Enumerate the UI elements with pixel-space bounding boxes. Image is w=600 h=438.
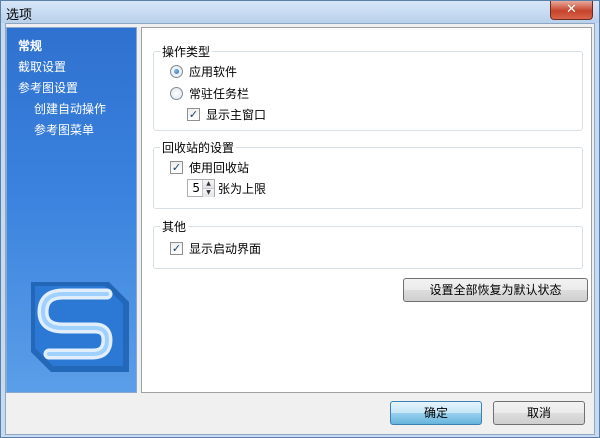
checkbox-use-recycle-bin[interactable]: ✓ 使用回收站 — [170, 159, 249, 176]
recycle-limit-stepper[interactable]: 5 ▲ ▼ — [187, 179, 215, 197]
app-logo-icon — [31, 282, 129, 372]
recycle-limit-row: 5 ▲ ▼ 张为上限 — [187, 179, 266, 197]
ok-button[interactable]: 确定 — [390, 401, 482, 425]
checkbox-show-main-window[interactable]: ✓ 显示主窗口 — [187, 106, 266, 123]
checkbox-checked-icon: ✓ — [170, 161, 183, 174]
stepper-up-icon[interactable]: ▲ — [203, 180, 214, 189]
other-group: 其他 ✓ 显示启动界面 — [153, 218, 583, 269]
checkbox-checked-icon: ✓ — [170, 242, 183, 255]
sidebar-item-general[interactable]: 常规 — [18, 37, 42, 54]
recycle-bin-title: 回收站的设置 — [160, 139, 237, 156]
reset-defaults-button[interactable]: 设置全部恢复为默认状态 — [403, 278, 588, 302]
radio-resident-taskbar[interactable]: 常驻任务栏 — [170, 85, 249, 102]
window-title: 选项 — [6, 8, 33, 23]
dialog-body: 常规 截取设置 参考图设置 创建自动操作 参考图菜单 操作类型 应用软件 常驻任… — [5, 23, 595, 435]
options-dialog: 选项 ✕ 常规 截取设置 参考图设置 创建自动操作 参考图菜单 操作类型 应用软… — [0, 0, 600, 438]
sidebar-item-reference-settings[interactable]: 参考图设置 — [18, 79, 78, 96]
radio-selected-icon — [170, 65, 183, 78]
title-bar: 选项 ✕ — [1, 1, 599, 23]
recycle-limit-value[interactable]: 5 — [188, 180, 202, 196]
checkbox-show-splash[interactable]: ✓ 显示启动界面 — [170, 240, 261, 257]
checkbox-show-main-window-label: 显示主窗口 — [206, 108, 267, 122]
other-title: 其他 — [160, 218, 189, 235]
close-button[interactable]: ✕ — [550, 1, 593, 20]
radio-unselected-icon — [170, 87, 183, 100]
radio-app-software-label: 应用软件 — [189, 65, 238, 79]
cancel-button[interactable]: 取消 — [493, 401, 585, 425]
settings-panel: 操作类型 应用软件 常驻任务栏 ✓ 显示主窗口 回收站的设置 ✓ 使用回收站 5… — [141, 27, 592, 393]
recycle-limit-suffix: 张为上限 — [218, 181, 267, 196]
sidebar-item-reference-menu[interactable]: 参考图菜单 — [34, 121, 94, 138]
sidebar-item-create-auto-action[interactable]: 创建自动操作 — [34, 100, 106, 117]
stepper-down-icon[interactable]: ▼ — [203, 189, 214, 197]
recycle-bin-group: 回收站的设置 ✓ 使用回收站 5 ▲ ▼ 张为上限 — [153, 139, 583, 209]
operation-type-group: 操作类型 应用软件 常驻任务栏 ✓ 显示主窗口 — [153, 43, 583, 131]
checkbox-use-recycle-bin-label: 使用回收站 — [189, 161, 250, 175]
sidebar-item-capture-settings[interactable]: 截取设置 — [18, 58, 66, 75]
stepper-buttons: ▲ ▼ — [202, 180, 214, 197]
checkbox-checked-icon: ✓ — [187, 108, 200, 121]
operation-type-title: 操作类型 — [160, 43, 213, 60]
radio-resident-taskbar-label: 常驻任务栏 — [189, 87, 250, 101]
sidebar: 常规 截取设置 参考图设置 创建自动操作 参考图菜单 — [6, 27, 137, 393]
radio-app-software[interactable]: 应用软件 — [170, 63, 237, 80]
checkbox-show-splash-label: 显示启动界面 — [189, 242, 262, 256]
